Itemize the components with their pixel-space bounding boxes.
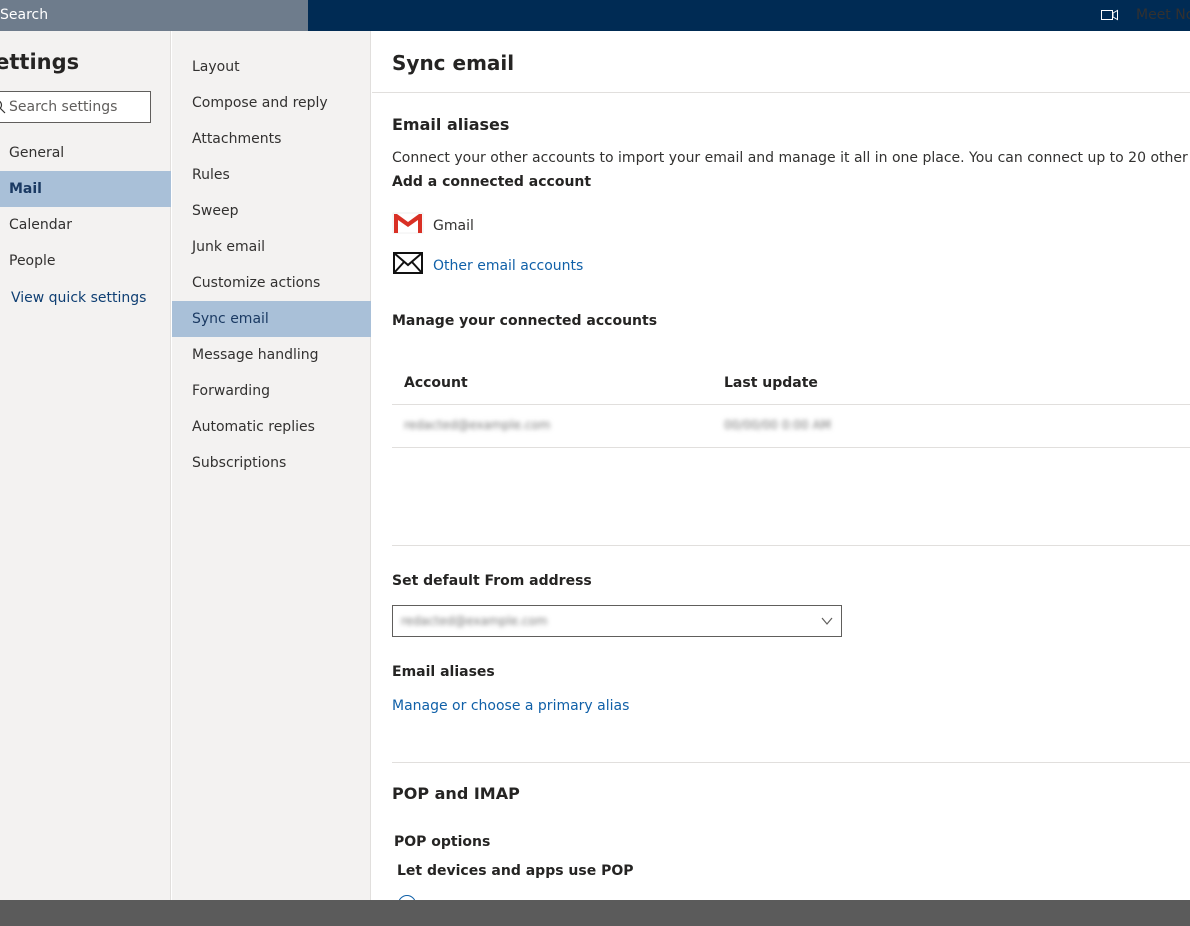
email-aliases-label: Email aliases xyxy=(392,664,495,680)
default-from-value: redacted@example.com xyxy=(401,614,548,628)
pop-imap-heading: POP and IMAP xyxy=(392,784,520,803)
accounts-table-header: Account Last update xyxy=(392,362,1190,405)
chevron-down-icon xyxy=(821,617,833,625)
default-from-label: Set default From address xyxy=(392,573,592,589)
category-label: General xyxy=(9,145,65,161)
nav-sweep[interactable]: Sweep xyxy=(172,193,371,229)
search-icon xyxy=(0,100,6,114)
envelope-icon[interactable] xyxy=(392,251,424,275)
pop-options-label: POP options xyxy=(394,834,491,850)
nav-compose-and-reply[interactable]: Compose and reply xyxy=(172,85,371,121)
last-update-cell: 00/00/00 0:00 AM xyxy=(724,418,832,432)
pop-question-label: Let devices and apps use POP xyxy=(397,863,634,879)
settings-category-list: General Mail Calendar People xyxy=(0,135,171,279)
top-search-box[interactable]: Search xyxy=(0,0,308,31)
category-label: Mail xyxy=(9,181,42,197)
nav-label: Automatic replies xyxy=(192,419,315,435)
nav-label: Compose and reply xyxy=(192,95,328,111)
settings-search-box[interactable] xyxy=(0,91,151,123)
section-divider xyxy=(392,762,1190,763)
settings-panel: Settings General Mail Calendar People Vi… xyxy=(0,31,1190,900)
nav-junk-email[interactable]: Junk email xyxy=(172,229,371,265)
manage-accounts-label: Manage your connected accounts xyxy=(392,313,658,329)
category-calendar[interactable]: Calendar xyxy=(0,207,171,243)
default-from-dropdown[interactable]: redacted@example.com xyxy=(392,605,842,637)
top-bar: Search Meet Now xyxy=(0,0,1190,31)
view-quick-settings-link[interactable]: View quick settings xyxy=(11,290,146,306)
column-header-account[interactable]: Account xyxy=(404,375,468,391)
top-search-label: Search xyxy=(0,7,49,23)
nav-attachments[interactable]: Attachments xyxy=(172,121,371,157)
section-divider xyxy=(392,545,1190,546)
nav-label: Customize actions xyxy=(192,275,321,291)
column-header-last-update[interactable]: Last update xyxy=(724,375,818,391)
settings-categories-pane: Settings General Mail Calendar People Vi… xyxy=(0,31,171,900)
nav-label: Message handling xyxy=(192,347,319,363)
background-strip xyxy=(0,900,1190,926)
nav-label: Sweep xyxy=(192,203,239,219)
mail-settings-list: Layout Compose and reply Attachments Rul… xyxy=(172,49,371,481)
manage-alias-link[interactable]: Manage or choose a primary alias xyxy=(392,698,629,714)
content-header: Sync email xyxy=(372,31,1190,93)
nav-forwarding[interactable]: Forwarding xyxy=(172,373,371,409)
aliases-description: Connect your other accounts to import yo… xyxy=(392,150,1190,166)
nav-subscriptions[interactable]: Subscriptions xyxy=(172,445,371,481)
nav-automatic-replies[interactable]: Automatic replies xyxy=(172,409,371,445)
mail-settings-nav: Layout Compose and reply Attachments Rul… xyxy=(172,31,371,900)
meet-now-button[interactable]: Meet Now xyxy=(1101,6,1190,24)
settings-search-input[interactable] xyxy=(9,96,144,118)
category-label: People xyxy=(9,253,56,269)
nav-label: Subscriptions xyxy=(192,455,287,471)
nav-customize-actions[interactable]: Customize actions xyxy=(172,265,371,301)
category-general[interactable]: General xyxy=(0,135,171,171)
account-cell: redacted@example.com xyxy=(404,418,551,432)
category-mail[interactable]: Mail xyxy=(0,171,171,207)
nav-label: Layout xyxy=(192,59,240,75)
email-aliases-heading: Email aliases xyxy=(392,115,510,134)
nav-label: Junk email xyxy=(192,239,266,255)
sync-email-content: Sync email Email aliases Connect your ot… xyxy=(372,31,1190,900)
nav-sync-email[interactable]: Sync email xyxy=(172,301,371,337)
nav-label: Forwarding xyxy=(192,383,270,399)
nav-rules[interactable]: Rules xyxy=(172,157,371,193)
category-label: Calendar xyxy=(9,217,72,233)
video-camera-icon xyxy=(1101,9,1118,21)
nav-layout[interactable]: Layout xyxy=(172,49,371,85)
nav-label: Sync email xyxy=(192,311,269,327)
nav-label: Attachments xyxy=(192,131,282,147)
settings-title: Settings xyxy=(0,50,80,74)
nav-label: Rules xyxy=(192,167,230,183)
table-row[interactable]: redacted@example.com 00/00/00 0:00 AM xyxy=(392,405,1190,448)
page-title: Sync email xyxy=(392,51,515,75)
other-email-accounts-link[interactable]: Other email accounts xyxy=(433,258,583,274)
nav-message-handling[interactable]: Message handling xyxy=(172,337,371,373)
category-people[interactable]: People xyxy=(0,243,171,279)
gmail-label[interactable]: Gmail xyxy=(433,218,474,234)
gmail-icon[interactable] xyxy=(392,211,424,235)
add-account-label: Add a connected account xyxy=(392,174,592,190)
meet-now-label: Meet Now xyxy=(1136,7,1190,23)
